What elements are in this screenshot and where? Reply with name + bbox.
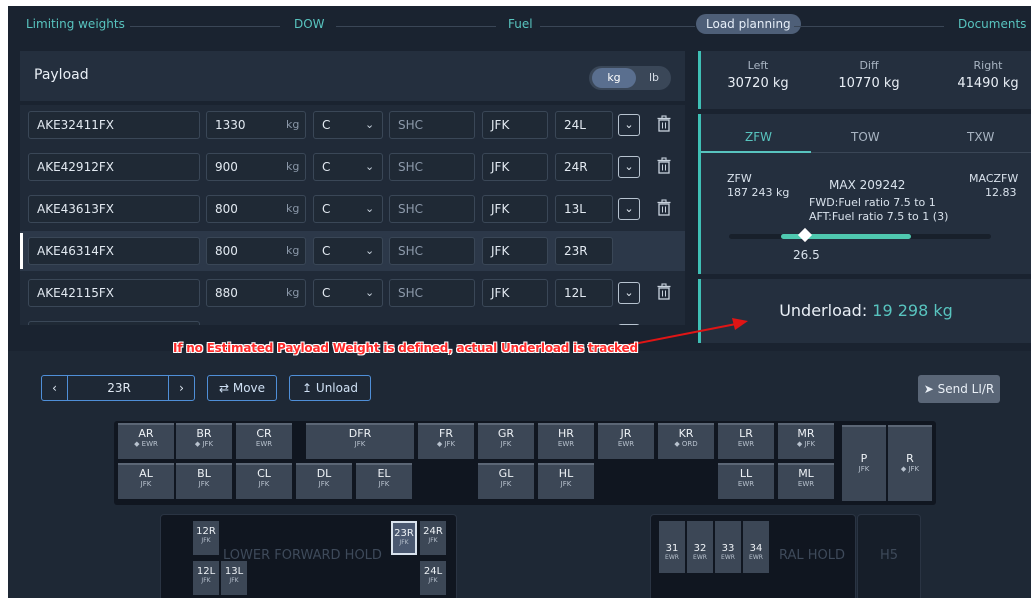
annotation-arrow-icon (607, 318, 748, 350)
load-planning-screen: Limiting weights DOW Fuel Load planning … (8, 6, 1031, 598)
annotation-text: If no Estimated Payload Weight is define… (173, 341, 638, 355)
